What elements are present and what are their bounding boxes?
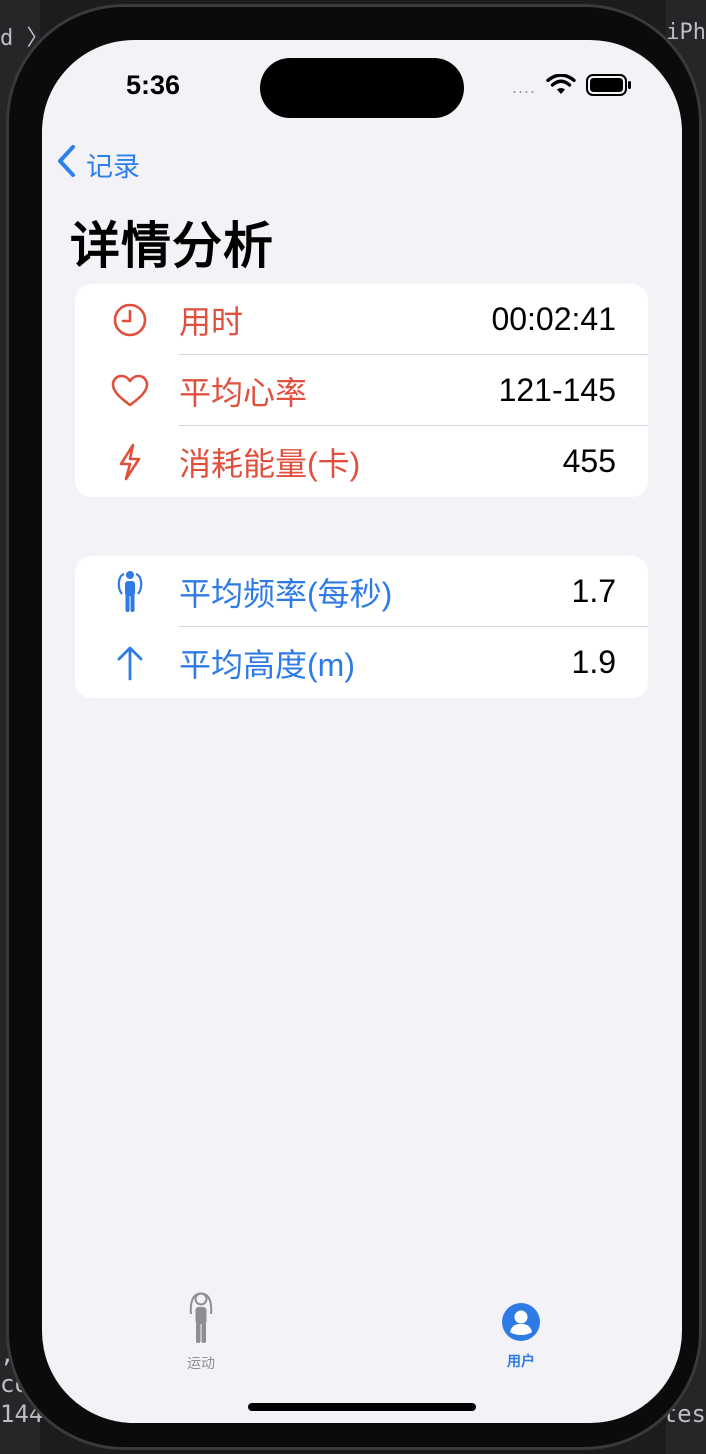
list-item-energy: 消耗能量(卡) 455 — [75, 426, 648, 497]
list-item-height: 平均高度(m) 1.9 — [75, 627, 648, 698]
tab-exercise[interactable]: 运动 — [156, 1292, 246, 1373]
dynamic-island — [260, 58, 464, 118]
row-value: 1.7 — [571, 573, 616, 609]
tab-label: 运动 — [187, 1355, 215, 1371]
list-item-frequency: 平均频率(每秒) 1.7 — [75, 556, 648, 627]
clock-icon — [110, 300, 150, 340]
phone-frame: 5:36 .... 记录 详情分析 用时 00:02:41 平均心率 121-1… — [6, 4, 702, 1450]
row-value: 121-145 — [498, 372, 616, 408]
home-indicator[interactable] — [248, 1403, 476, 1411]
row-label: 平均频率(每秒) — [179, 575, 393, 612]
signal-indicator: .... — [511, 77, 536, 97]
page-title: 详情分析 — [70, 218, 274, 274]
row-value: 455 — [562, 443, 616, 479]
app-screen: 5:36 .... 记录 详情分析 用时 00:02:41 平均心率 121-1… — [42, 40, 682, 1423]
back-button[interactable]: 记录 — [56, 144, 140, 185]
summary-card: 用时 00:02:41 平均心率 121-145 消耗能量(卡) 455 — [75, 284, 648, 497]
bolt-icon — [110, 442, 150, 482]
tab-bar: 运动 用户 — [42, 1292, 682, 1382]
battery-icon — [586, 74, 632, 101]
person-standing-icon — [186, 1292, 216, 1349]
person-circle-icon — [501, 1302, 541, 1347]
status-icons: .... — [511, 73, 632, 101]
status-time: 5:36 — [126, 70, 181, 100]
list-item-duration: 用时 00:02:41 — [75, 284, 648, 355]
arrow-up-icon — [110, 643, 150, 683]
row-value: 00:02:41 — [491, 301, 616, 337]
row-label: 消耗能量(卡) — [179, 445, 361, 482]
tab-user[interactable]: 用户 — [476, 1292, 566, 1371]
list-item-heart-rate: 平均心率 121-145 — [75, 355, 648, 426]
chevron-left-icon — [56, 144, 86, 185]
jump-rope-icon — [110, 570, 150, 612]
motion-card: 平均频率(每秒) 1.7 平均高度(m) 1.9 — [75, 556, 648, 698]
row-value: 1.9 — [571, 644, 616, 680]
back-label: 记录 — [86, 152, 140, 182]
row-label: 用时 — [179, 303, 244, 340]
wifi-icon — [546, 73, 576, 101]
heart-icon — [110, 371, 150, 411]
row-label: 平均高度(m) — [179, 646, 355, 683]
tab-label: 用户 — [507, 1353, 535, 1369]
row-label: 平均心率 — [179, 374, 308, 411]
